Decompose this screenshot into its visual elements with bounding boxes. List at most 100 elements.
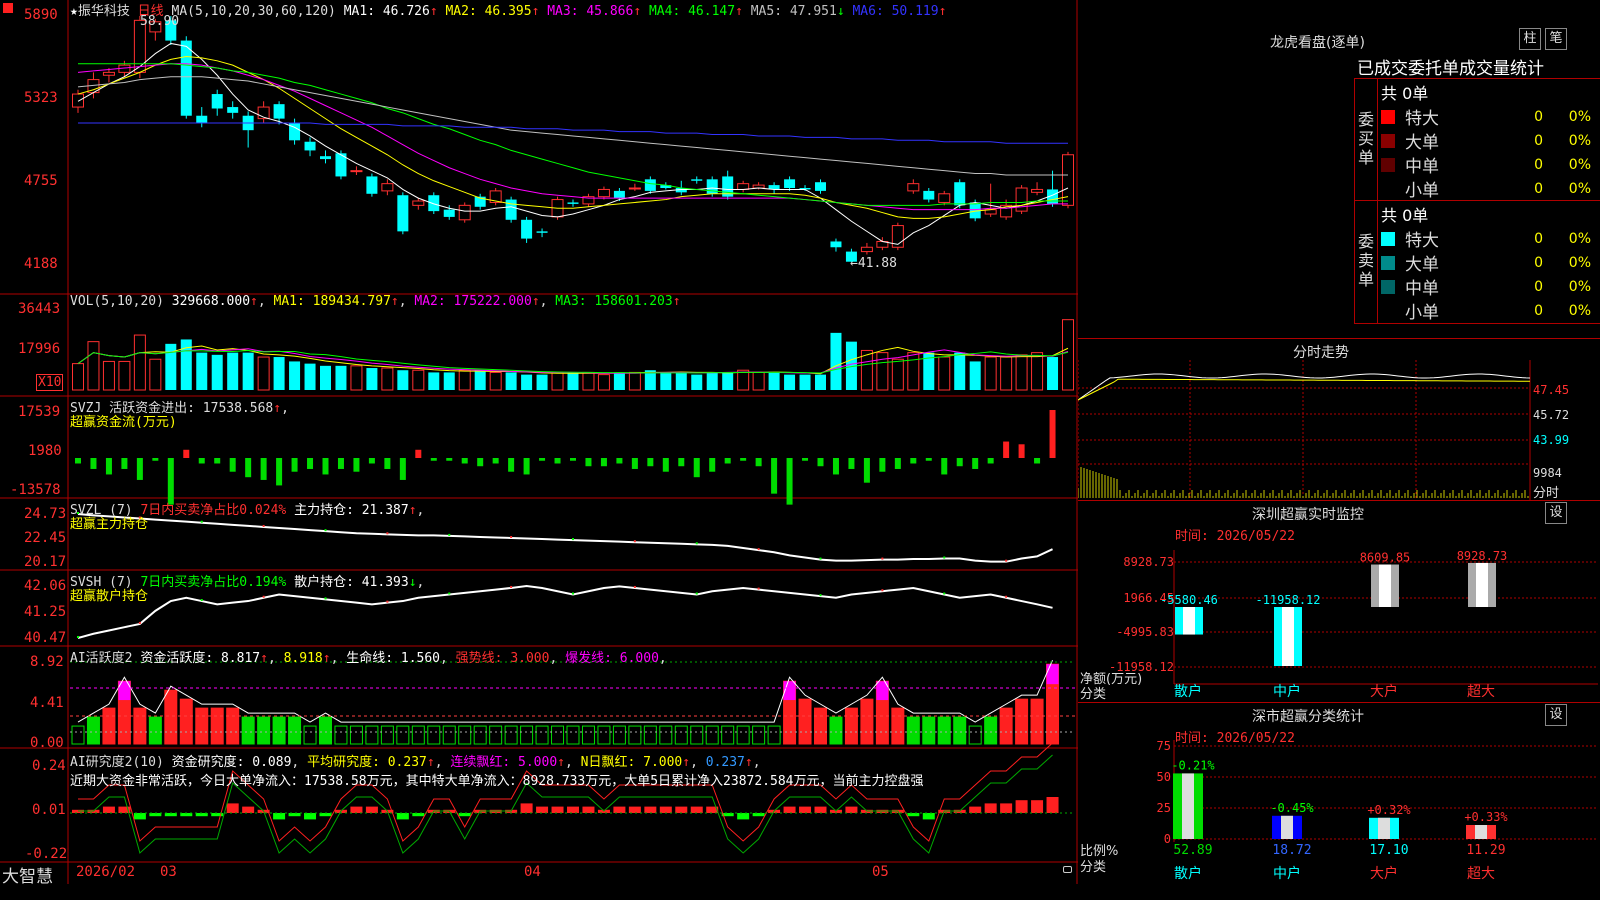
- candle-body-up: [458, 204, 471, 221]
- hold-tick: [695, 542, 698, 545]
- fl-bar-highlight: [1475, 825, 1487, 839]
- fl-axis-tick: 50: [1157, 770, 1171, 784]
- fund-flow-bar: [337, 458, 344, 469]
- research-bar: [412, 813, 425, 817]
- row-count: 0: [1534, 180, 1543, 197]
- research-bar: [690, 806, 703, 813]
- volume-bar: [628, 371, 641, 391]
- volume-bar: [320, 365, 331, 390]
- volume-bar: [567, 372, 579, 390]
- fs-axis-tick: 43.99: [1533, 433, 1570, 447]
- research-bar: [396, 813, 409, 820]
- vol-axis-tick: 17996: [18, 341, 61, 357]
- volume-bar: [381, 367, 394, 391]
- candle-body-down: [954, 182, 966, 206]
- candle-body-down: [815, 182, 826, 191]
- volume-bar: [737, 369, 750, 391]
- fund-flow-bar: [1003, 441, 1010, 458]
- volume-bar: [443, 372, 455, 390]
- activity-bar: [535, 725, 549, 745]
- volume-bar: [211, 354, 223, 390]
- fs-axis-tick: 45.72: [1533, 408, 1570, 422]
- main-chart-header: ★振华科技 日线 MA(5,10,20,30,60,120) MA1: 46.7…: [70, 0, 946, 19]
- tick-view-button[interactable]: 笔: [1545, 28, 1567, 50]
- price-tick: 5890: [24, 7, 58, 23]
- ai-research-header: AI研究度2(10) 资金研究度: 0.089, 平均研究度: 0.237↑, …: [70, 755, 761, 770]
- activity-bar: [272, 716, 286, 745]
- fund-flow-bar: [585, 458, 592, 467]
- fs-price-line: [1078, 373, 1531, 401]
- volume-bar: [660, 372, 672, 390]
- fund-flow-bar: [90, 458, 97, 469]
- fund-flow-bar: [1018, 444, 1025, 458]
- hold-tick: [819, 557, 822, 560]
- fund-flow-bar: [647, 458, 654, 467]
- fund-flow-bar: [121, 458, 128, 469]
- order-size-row: 中单 0 0%: [1381, 152, 1600, 177]
- activity-bar: [968, 725, 982, 745]
- fund-flow-bar: [307, 458, 314, 469]
- sell-side-label: 委卖单: [1358, 232, 1375, 289]
- volume-bar: [350, 365, 363, 391]
- research-bar: [582, 806, 595, 813]
- ai-activity-header: AI活跃度2 资金活跃度: 8.817↑, 8.918↑, 生命线: 1.560…: [70, 651, 667, 666]
- sz-axis-tick: 8928.73: [1123, 555, 1174, 569]
- activity-bar: [844, 707, 858, 745]
- ai1-axis-tick: 4.41: [30, 695, 64, 711]
- sell-total: 共 0单: [1381, 206, 1429, 225]
- sz-bar-label: 8609.85: [1360, 551, 1411, 565]
- volume-bar: [133, 334, 146, 391]
- activity-bar: [597, 725, 611, 745]
- color-swatch: [1381, 231, 1395, 246]
- volume-bar: [521, 374, 533, 390]
- svsh-hold: 散户持仓: 41.393: [294, 575, 409, 590]
- lock-icon[interactable]: [1063, 866, 1072, 873]
- hold-tick: [695, 592, 698, 595]
- price-tick: 5323: [24, 90, 58, 106]
- ma-legend: MA1: 46.726↑ MA2: 46.395↑ MA3: 45.866↑ M…: [343, 4, 947, 19]
- ai1-e: 爆发线: 6.000: [565, 651, 659, 666]
- svsh-axis-tick: 41.25: [24, 604, 67, 620]
- fl-change-label: +0.32%: [1367, 803, 1411, 817]
- fund-flow-bar: [987, 458, 994, 464]
- activity-bar: [736, 725, 750, 745]
- activity-bar: [937, 716, 951, 745]
- fund-flow-bar: [863, 458, 870, 483]
- fund-flow-bar: [198, 458, 205, 464]
- research-bar: [536, 806, 549, 813]
- volume-bar: [1000, 356, 1013, 391]
- svzl-axis-tick: 22.45: [24, 530, 67, 546]
- ai2-e: 0.237: [705, 755, 745, 770]
- fl-value-label: 17.10: [1369, 843, 1408, 858]
- volume-bar: [1015, 354, 1028, 391]
- star-icon[interactable]: ★: [70, 4, 78, 19]
- fund-flow-bar: [539, 458, 546, 461]
- volume-bar: [87, 341, 100, 391]
- app-icon[interactable]: [3, 3, 13, 13]
- activity-bar: [581, 725, 595, 745]
- volume-bar: [984, 356, 997, 391]
- ma-legend-item: MA2: 46.395: [445, 4, 532, 19]
- candle-body-up: [412, 200, 425, 206]
- intraday-chart[interactable]: [1078, 360, 1600, 500]
- hold-tick: [881, 557, 884, 560]
- activity-bar: [674, 725, 688, 745]
- candle-body-down: [211, 94, 223, 109]
- fl-category-label: 超大: [1467, 866, 1495, 882]
- fund-flow-bar: [956, 458, 963, 467]
- volume-bar: [1031, 352, 1044, 391]
- volume-bar: [597, 374, 610, 391]
- vol-unit-button[interactable]: X10: [36, 374, 64, 391]
- fund-flow-bar: [740, 458, 747, 461]
- row-pct: 0%: [1568, 156, 1591, 173]
- row-pct: 0%: [1568, 108, 1591, 125]
- fl-value-label: 52.89: [1173, 843, 1212, 858]
- volume-bar: [954, 352, 966, 390]
- activity-bar: [953, 716, 967, 745]
- volume-bar: [118, 360, 131, 391]
- activity-bar: [829, 716, 843, 745]
- fund-flow-bar: [693, 458, 700, 478]
- bar-view-button[interactable]: 柱: [1519, 28, 1541, 50]
- candle-body-up: [72, 93, 84, 108]
- fl-bar-highlight: [1378, 817, 1390, 839]
